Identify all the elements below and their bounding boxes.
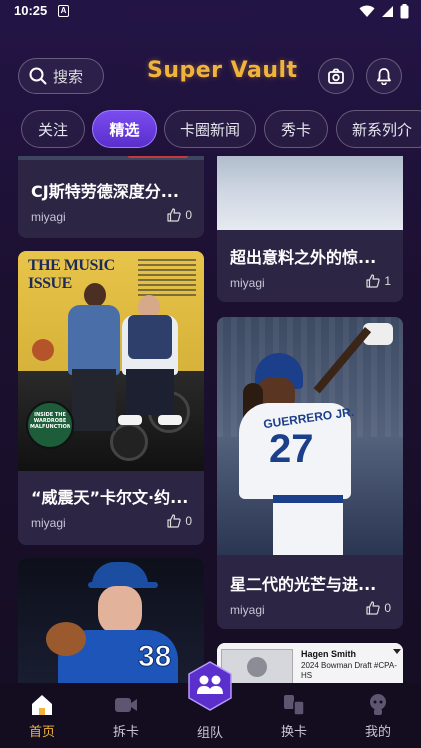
thumbs-up-icon (366, 274, 380, 288)
card-author: miyagi (230, 603, 265, 617)
card-image: Hagen Smith 2024 Bowman Draft #CPA-HS (217, 643, 403, 683)
notification-icon: A (58, 5, 69, 17)
card-like-count: 0 (384, 601, 391, 615)
nav-label: 拆卡 (112, 725, 139, 740)
card-image (18, 156, 204, 160)
thumbs-up-icon (167, 514, 181, 528)
wifi-icon (359, 5, 375, 17)
feed-card[interactable]: 超出意料之外的惊... miyagi 1 (217, 156, 403, 302)
tab-featured[interactable]: 精选 (92, 110, 157, 148)
bell-icon (377, 68, 391, 85)
nav-home[interactable]: 首页 (12, 693, 72, 740)
team-button[interactable] (184, 660, 236, 712)
camera-button[interactable] (318, 58, 354, 94)
profile-icon (370, 694, 386, 715)
search-label: 搜索 (53, 67, 84, 86)
card-likes[interactable]: 0 (167, 514, 192, 528)
card-image: 38 (18, 558, 204, 683)
notification-button[interactable] (366, 58, 402, 94)
feed-card[interactable]: GUERRERO JR. 27 星二代的光芒与进... miyagi 0 (217, 317, 403, 629)
card-title: 超出意料之外的惊... (230, 248, 377, 267)
tab-card-news[interactable]: 卡圈新闻 (164, 110, 256, 148)
feed-card[interactable]: THE MUSIC ISSUE INSIDE THE WARDROBE MALF… (18, 251, 204, 545)
nav-exchange[interactable]: 换卡 (264, 693, 324, 740)
card-like-count: 0 (185, 208, 192, 222)
feed-card[interactable]: Hagen Smith 2024 Bowman Draft #CPA-HS (217, 643, 403, 683)
search-button[interactable]: 搜索 (18, 58, 104, 94)
card-likes[interactable]: 1 (366, 274, 391, 288)
tab-new-series[interactable]: 新系列介 (336, 110, 421, 148)
feed-grid: CJ斯特劳德深度分... miyagi 0 THE MUSIC ISSUE IN… (0, 156, 421, 683)
app-logo: Super Vault (147, 58, 298, 83)
jersey-number: 27 (269, 427, 314, 471)
nav-label: 换卡 (280, 725, 307, 740)
status-bar: 10:25 A (0, 0, 421, 24)
status-time: 10:25 (14, 3, 48, 18)
camera-icon (328, 68, 344, 84)
card-like-count: 0 (185, 514, 192, 528)
card-image: GUERRERO JR. 27 (217, 317, 403, 555)
tab-showcase[interactable]: 秀卡 (264, 110, 328, 148)
nav-unboxing[interactable]: 拆卡 (96, 693, 156, 740)
thumbs-up-icon (167, 208, 181, 222)
card-like-count: 1 (384, 274, 391, 288)
nav-label: 我的 (364, 725, 391, 740)
home-icon (32, 695, 52, 715)
card-author: miyagi (31, 210, 66, 224)
nav-label: 组队 (196, 726, 223, 741)
tab-following[interactable]: 关注 (21, 110, 85, 148)
card-image: THE MUSIC ISSUE INSIDE THE WARDROBE MALF… (18, 251, 204, 471)
status-icons (359, 4, 409, 19)
magazine-headline: THE MUSIC ISSUE (28, 257, 115, 292)
magazine-badge: INSIDE THE WARDROBE MALFUNCTION (30, 412, 70, 430)
card-title: CJ斯特劳德深度分... (31, 182, 179, 201)
card-author: miyagi (230, 276, 265, 290)
battery-icon (400, 4, 409, 19)
card-author: miyagi (31, 516, 66, 530)
nav-label: 首页 (28, 725, 55, 740)
feed-card[interactable]: CJ斯特劳德深度分... miyagi 0 (18, 156, 204, 238)
card-likes[interactable]: 0 (366, 601, 391, 615)
exchange-icon (284, 695, 305, 716)
signal-icon (382, 6, 393, 17)
card-listing-name: Hagen Smith (301, 649, 357, 659)
team-icon (188, 661, 232, 711)
card-image (217, 156, 403, 230)
feed-card[interactable]: 38 (18, 558, 204, 683)
card-likes[interactable]: 0 (167, 208, 192, 222)
search-icon (29, 67, 47, 85)
category-tabs: 关注 精选 卡圈新闻 秀卡 新系列介 (0, 110, 421, 150)
card-listing-set: 2024 Bowman Draft #CPA-HS (301, 661, 397, 680)
nav-profile[interactable]: 我的 (348, 693, 408, 740)
video-icon (115, 698, 137, 712)
thumbs-up-icon (366, 601, 380, 615)
card-title: 星二代的光芒与进... (230, 575, 377, 594)
card-title: “威震天”卡尔文·约... (31, 488, 189, 507)
